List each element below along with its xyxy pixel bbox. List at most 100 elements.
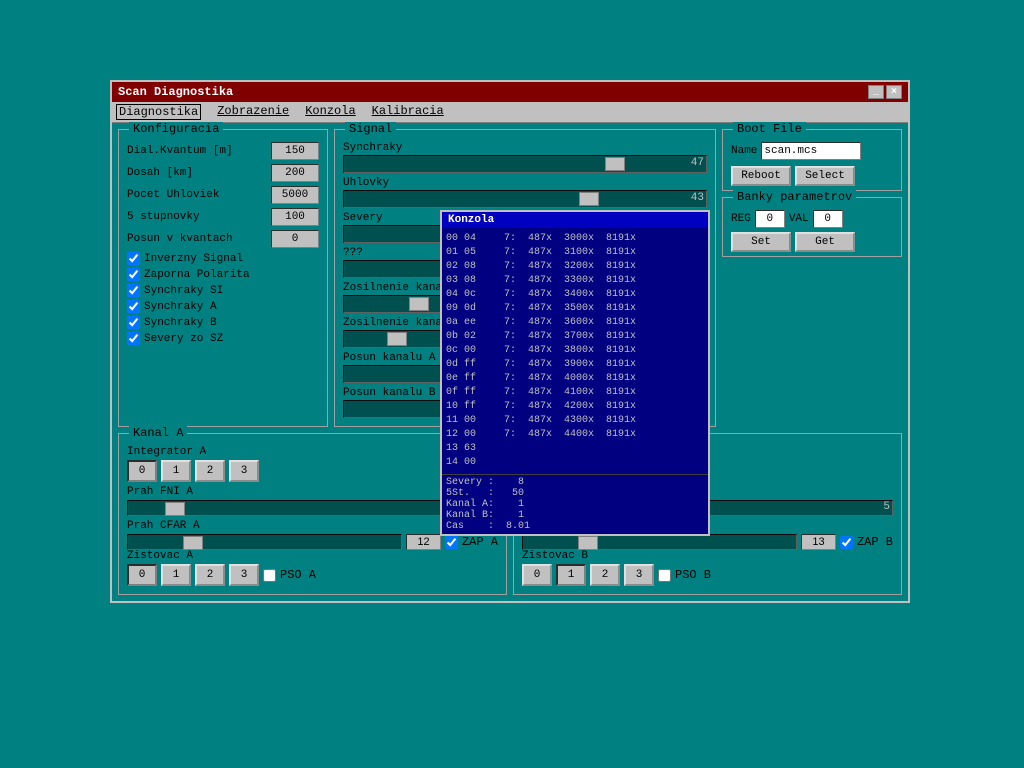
pso-b-checkbox[interactable] [658,569,671,582]
banky-title: Banky parametrov [733,190,856,204]
zistovac-a-btn-2[interactable]: 2 [195,564,225,586]
banky-reg-input[interactable] [755,210,785,228]
banky-panel: Banky parametrov REG VAL Set Get [722,197,902,257]
prah-fni-a-thumb[interactable] [165,502,185,516]
prah-cfar-a-slider[interactable] [127,534,402,550]
konzola-right: 7: 487x 3000x 8191x7: 487x 3100x 8191x7:… [504,232,704,470]
thumb-synchraky[interactable] [605,157,625,171]
konfiguracia-title: Konfiguracia [129,122,223,136]
menu-konzola[interactable]: Konzola [305,104,355,120]
set-button[interactable]: Set [731,232,791,252]
field-label-5stup: 5 stupnovky [127,211,200,223]
field-label-dial: Dial.Kvantum [m] [127,145,233,157]
integrator-a-btn-3[interactable]: 3 [229,460,259,482]
close-button[interactable]: × [886,85,902,99]
input-dial-kvantum[interactable] [271,142,319,160]
banky-reg-row: REG VAL [731,210,893,228]
menu-bar: Diagnostika Zobrazenie Konzola Kalibraci… [112,102,908,123]
kanal-a-title: Kanal A [129,426,187,440]
menu-diagnostika[interactable]: Diagnostika [116,104,201,120]
menu-kalibracia[interactable]: Kalibracia [372,104,444,120]
checkbox-severy[interactable] [127,332,140,345]
thumb-zosilnenie-b[interactable] [387,332,407,346]
slider-synchraky[interactable]: 47 [343,155,707,173]
zap-a-checkbox[interactable] [445,536,458,549]
konzola-left: 00 0401 0502 0803 0804 0c09 0d0a ee0b 02… [446,232,496,470]
zap-b-checkbox[interactable] [840,536,853,549]
boot-name-label: Name [731,145,757,157]
checkbox-zaporna[interactable] [127,268,140,281]
cb-synchraky-si: Synchraky SI [127,284,319,297]
field-posun: Posun v kvantach [127,230,319,248]
konzola-popup: Konzola 00 0401 0502 0803 0804 0c09 0d0a… [440,210,710,536]
checkbox-inverzny[interactable] [127,252,140,265]
title-bar-buttons: _ × [868,85,902,99]
thumb-uhlovky[interactable] [579,192,599,206]
zistovac-b-btn-1[interactable]: 1 [556,564,586,586]
field-label-posun: Posun v kvantach [127,233,233,245]
cb-label-synchraky-b: Synchraky B [144,317,217,329]
prah-cfar-a-input[interactable] [406,534,441,550]
get-button[interactable]: Get [795,232,855,252]
zistovac-a-btn-3[interactable]: 3 [229,564,259,586]
prah-cfar-b-slider[interactable] [522,534,797,550]
input-posun[interactable] [271,230,319,248]
input-dosah[interactable] [271,164,319,182]
minimize-button[interactable]: _ [868,85,884,99]
input-5stup[interactable] [271,208,319,226]
cb-label-zaporna: Zaporna Polarita [144,269,250,281]
field-label-dosah: Dosah [km] [127,167,193,179]
signal-label-uhlovky: Uhlovky [343,177,707,189]
zistovac-b-btn-0[interactable]: 0 [522,564,552,586]
zistovac-a-btn-0[interactable]: 0 [127,564,157,586]
thumb-zosilnenie-a[interactable] [409,297,429,311]
pso-b-label: PSO B [675,568,711,582]
integrator-a-btn-1[interactable]: 1 [161,460,191,482]
zistovac-a-btn-1[interactable]: 1 [161,564,191,586]
value-uhlovky: 43 [691,192,704,204]
integrator-a-btn-0[interactable]: 0 [127,460,157,482]
boot-file-title: Boot File [733,122,806,136]
banky-val-input[interactable] [813,210,843,228]
banky-val-label: VAL [789,213,809,225]
checkbox-synchraky-b[interactable] [127,316,140,329]
prah-cfar-b-input[interactable] [801,534,836,550]
boot-file-panel: Boot File Name Reboot Select [722,129,902,191]
banky-reg-label: REG [731,213,751,225]
reboot-button[interactable]: Reboot [731,166,791,186]
window-title: Scan Diagnostika [118,85,233,99]
signal-synchraky: Synchraky 47 [343,142,707,173]
boot-name-input[interactable] [761,142,861,160]
prah-cfar-b-thumb[interactable] [578,536,598,550]
zistovac-b-btn-3[interactable]: 3 [624,564,654,586]
konzola-status: Severy : 8 5St. : 50 Kanal A: 1 Kanal B:… [442,474,708,534]
cb-label-synchraky-si: Synchraky SI [144,285,223,297]
field-label-pocet: Pocet Uhloviek [127,189,219,201]
field-5stup: 5 stupnovky [127,208,319,226]
cb-synchraky-b: Synchraky B [127,316,319,329]
zap-a-label: ZAP A [462,535,498,549]
banky-buttons: Set Get [731,232,893,252]
checkbox-synchraky-a[interactable] [127,300,140,313]
select-button[interactable]: Select [795,166,855,186]
slider-uhlovky[interactable]: 43 [343,190,707,208]
zistovac-b-label: Zistovac B [522,550,893,562]
cb-label-synchraky-a: Synchraky A [144,301,217,313]
pso-a-label: PSO A [280,568,316,582]
prah-fni-b-value: 5 [883,501,890,513]
prah-cfar-a-thumb[interactable] [183,536,203,550]
checkbox-synchraky-si[interactable] [127,284,140,297]
cb-inverzny: Inverzny Signal [127,252,319,265]
menu-zobrazenie[interactable]: Zobrazenie [217,104,289,120]
cb-zaporna: Zaporna Polarita [127,268,319,281]
cb-label-inverzny: Inverzny Signal [144,253,243,265]
zistovac-b-btns: 0 1 2 3 PSO B [522,564,893,586]
field-pocet: Pocet Uhloviek [127,186,319,204]
zistovac-b-btn-2[interactable]: 2 [590,564,620,586]
integrator-a-btn-2[interactable]: 2 [195,460,225,482]
signal-uhlovky: Uhlovky 43 [343,177,707,208]
field-dosah: Dosah [km] [127,164,319,182]
pso-a-checkbox[interactable] [263,569,276,582]
input-pocet[interactable] [271,186,319,204]
cb-label-severy: Severy zo SZ [144,333,223,345]
